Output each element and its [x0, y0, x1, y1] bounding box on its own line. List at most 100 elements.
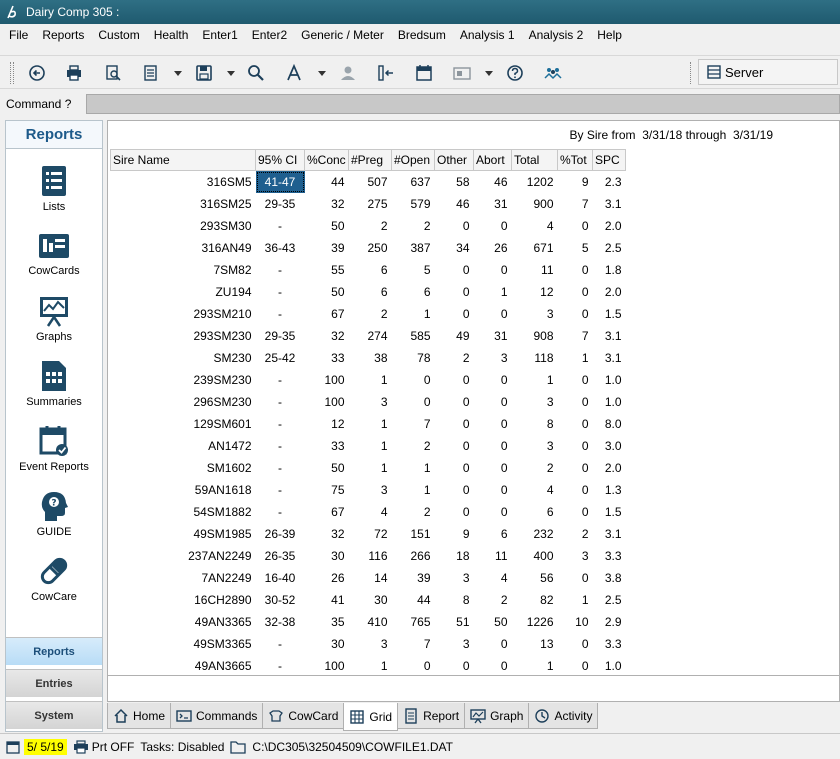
- save-icon[interactable]: [193, 62, 215, 84]
- menu-reports[interactable]: Reports: [35, 28, 91, 42]
- cell-sire-name[interactable]: ZU194: [111, 281, 256, 303]
- cell-pct-conc[interactable]: 50: [305, 457, 349, 479]
- cell-pct-tot[interactable]: 2: [558, 523, 593, 545]
- table-row[interactable]: 237AN2249 26-35 30 116 266 18 11 400 3 3.3: [111, 545, 626, 567]
- cell-abort[interactable]: 0: [474, 215, 512, 237]
- cell-num-open[interactable]: 7: [392, 633, 435, 655]
- cell-pct-tot[interactable]: 1: [558, 589, 593, 611]
- cell-total[interactable]: 8: [512, 413, 558, 435]
- cell-total[interactable]: 400: [512, 545, 558, 567]
- cell-pct-conc[interactable]: 100: [305, 369, 349, 391]
- status-print[interactable]: Prt OFF: [92, 740, 135, 754]
- table-row[interactable]: 49SM3365-30 3 7 3 0 13 0 3.3: [111, 633, 626, 655]
- cell-other[interactable]: 0: [435, 457, 474, 479]
- cell-num-open[interactable]: 585: [392, 325, 435, 347]
- cell-other[interactable]: 3: [435, 567, 474, 589]
- cell-sire-name[interactable]: 316SM5: [111, 171, 256, 193]
- cell-other[interactable]: 0: [435, 281, 474, 303]
- cell-other[interactable]: 18: [435, 545, 474, 567]
- cell-spc[interactable]: 2.5: [593, 237, 626, 259]
- sidebar-tab-reports[interactable]: Reports: [6, 637, 102, 665]
- table-row[interactable]: 16CH2890 30-52 41 30 44 8 2 82 1 2.5: [111, 589, 626, 611]
- font-dropdown-icon[interactable]: [318, 71, 326, 76]
- table-row[interactable]: 54SM1882-67 4 2 0 0 6 0 1.5: [111, 501, 626, 523]
- menu-generic-meter[interactable]: Generic / Meter: [294, 28, 391, 42]
- command-input[interactable]: [86, 94, 840, 114]
- cell-spc[interactable]: 2.0: [593, 215, 626, 237]
- cell-other[interactable]: 46: [435, 193, 474, 215]
- cell-other[interactable]: 0: [435, 435, 474, 457]
- cell-pct-tot[interactable]: 0: [558, 457, 593, 479]
- tab-graph[interactable]: Graph: [464, 703, 530, 729]
- col-pct-tot[interactable]: %Tot: [557, 149, 593, 171]
- cell-total[interactable]: 4: [512, 215, 558, 237]
- tab-activity[interactable]: Activity: [528, 703, 599, 729]
- cell-pct-conc[interactable]: 35: [305, 611, 349, 633]
- cell-total[interactable]: 82: [512, 589, 558, 611]
- cell-spc[interactable]: 3.1: [593, 523, 626, 545]
- tab-cowcard[interactable]: CowCard: [262, 703, 345, 729]
- cell-total[interactable]: 118: [512, 347, 558, 369]
- cell-num-preg[interactable]: 1: [349, 435, 392, 457]
- cell-other[interactable]: 58: [435, 171, 474, 193]
- cell-ci[interactable]: 16-40: [256, 567, 305, 589]
- cell-ci[interactable]: 32-38: [256, 611, 305, 633]
- cell-ci[interactable]: -: [256, 259, 305, 281]
- cell-num-open[interactable]: 0: [392, 369, 435, 391]
- cell-other[interactable]: 0: [435, 215, 474, 237]
- cell-spc[interactable]: 8.0: [593, 413, 626, 435]
- cell-abort[interactable]: 0: [474, 303, 512, 325]
- cell-pct-tot[interactable]: 10: [558, 611, 593, 633]
- cell-num-preg[interactable]: 38: [349, 347, 392, 369]
- cell-pct-conc[interactable]: 41: [305, 589, 349, 611]
- cell-pct-tot[interactable]: 0: [558, 413, 593, 435]
- cell-abort[interactable]: 2: [474, 589, 512, 611]
- cell-num-open[interactable]: 0: [392, 391, 435, 413]
- user-icon[interactable]: [337, 62, 359, 84]
- cell-total[interactable]: 232: [512, 523, 558, 545]
- cell-spc[interactable]: 3.8: [593, 567, 626, 589]
- cell-num-open[interactable]: 2: [392, 215, 435, 237]
- sidebar-tab-system[interactable]: System: [6, 701, 102, 729]
- cell-other[interactable]: 51: [435, 611, 474, 633]
- cell-total[interactable]: 3: [512, 391, 558, 413]
- cell-total[interactable]: 56: [512, 567, 558, 589]
- cell-num-preg[interactable]: 1: [349, 369, 392, 391]
- cell-total[interactable]: 4: [512, 479, 558, 501]
- cell-total[interactable]: 908: [512, 325, 558, 347]
- cell-num-open[interactable]: 1: [392, 303, 435, 325]
- cell-spc[interactable]: 1.0: [593, 369, 626, 391]
- cell-pct-tot[interactable]: 9: [558, 171, 593, 193]
- cell-other[interactable]: 3: [435, 633, 474, 655]
- cell-sire-name[interactable]: 49SM3365: [111, 633, 256, 655]
- cell-other[interactable]: 0: [435, 501, 474, 523]
- menu-analysis-2[interactable]: Analysis 2: [522, 28, 591, 42]
- cell-sire-name[interactable]: 293SM30: [111, 215, 256, 237]
- cell-total[interactable]: 3: [512, 303, 558, 325]
- cell-total[interactable]: 6: [512, 501, 558, 523]
- table-row[interactable]: SM1602-50 1 1 0 0 2 0 2.0: [111, 457, 626, 479]
- table-row[interactable]: 296SM230-100 3 0 0 0 3 0 1.0: [111, 391, 626, 413]
- menu-file[interactable]: File: [2, 28, 35, 42]
- cell-abort[interactable]: 0: [474, 369, 512, 391]
- cell-pct-conc[interactable]: 67: [305, 501, 349, 523]
- cell-pct-conc[interactable]: 39: [305, 237, 349, 259]
- cell-abort[interactable]: 31: [474, 193, 512, 215]
- cell-sire-name[interactable]: 237AN2249: [111, 545, 256, 567]
- table-row[interactable]: 316SM25 29-35 32 275 579 46 31 900 7 3.1: [111, 193, 626, 215]
- cell-num-open[interactable]: 2: [392, 501, 435, 523]
- cell-abort[interactable]: 0: [474, 435, 512, 457]
- cell-num-open[interactable]: 1: [392, 479, 435, 501]
- cell-num-preg[interactable]: 3: [349, 633, 392, 655]
- cell-pct-tot[interactable]: 0: [558, 259, 593, 281]
- cell-pct-tot[interactable]: 7: [558, 193, 593, 215]
- cell-abort[interactable]: 11: [474, 545, 512, 567]
- menu-analysis-1[interactable]: Analysis 1: [453, 28, 522, 42]
- cell-ci[interactable]: -: [256, 435, 305, 457]
- cell-pct-conc[interactable]: 33: [305, 347, 349, 369]
- cell-num-preg[interactable]: 30: [349, 589, 392, 611]
- sidebar-item-cowcare[interactable]: CowCare: [6, 555, 102, 603]
- cell-num-preg[interactable]: 1: [349, 655, 392, 677]
- cell-pct-tot[interactable]: 0: [558, 655, 593, 677]
- cell-num-open[interactable]: 7: [392, 413, 435, 435]
